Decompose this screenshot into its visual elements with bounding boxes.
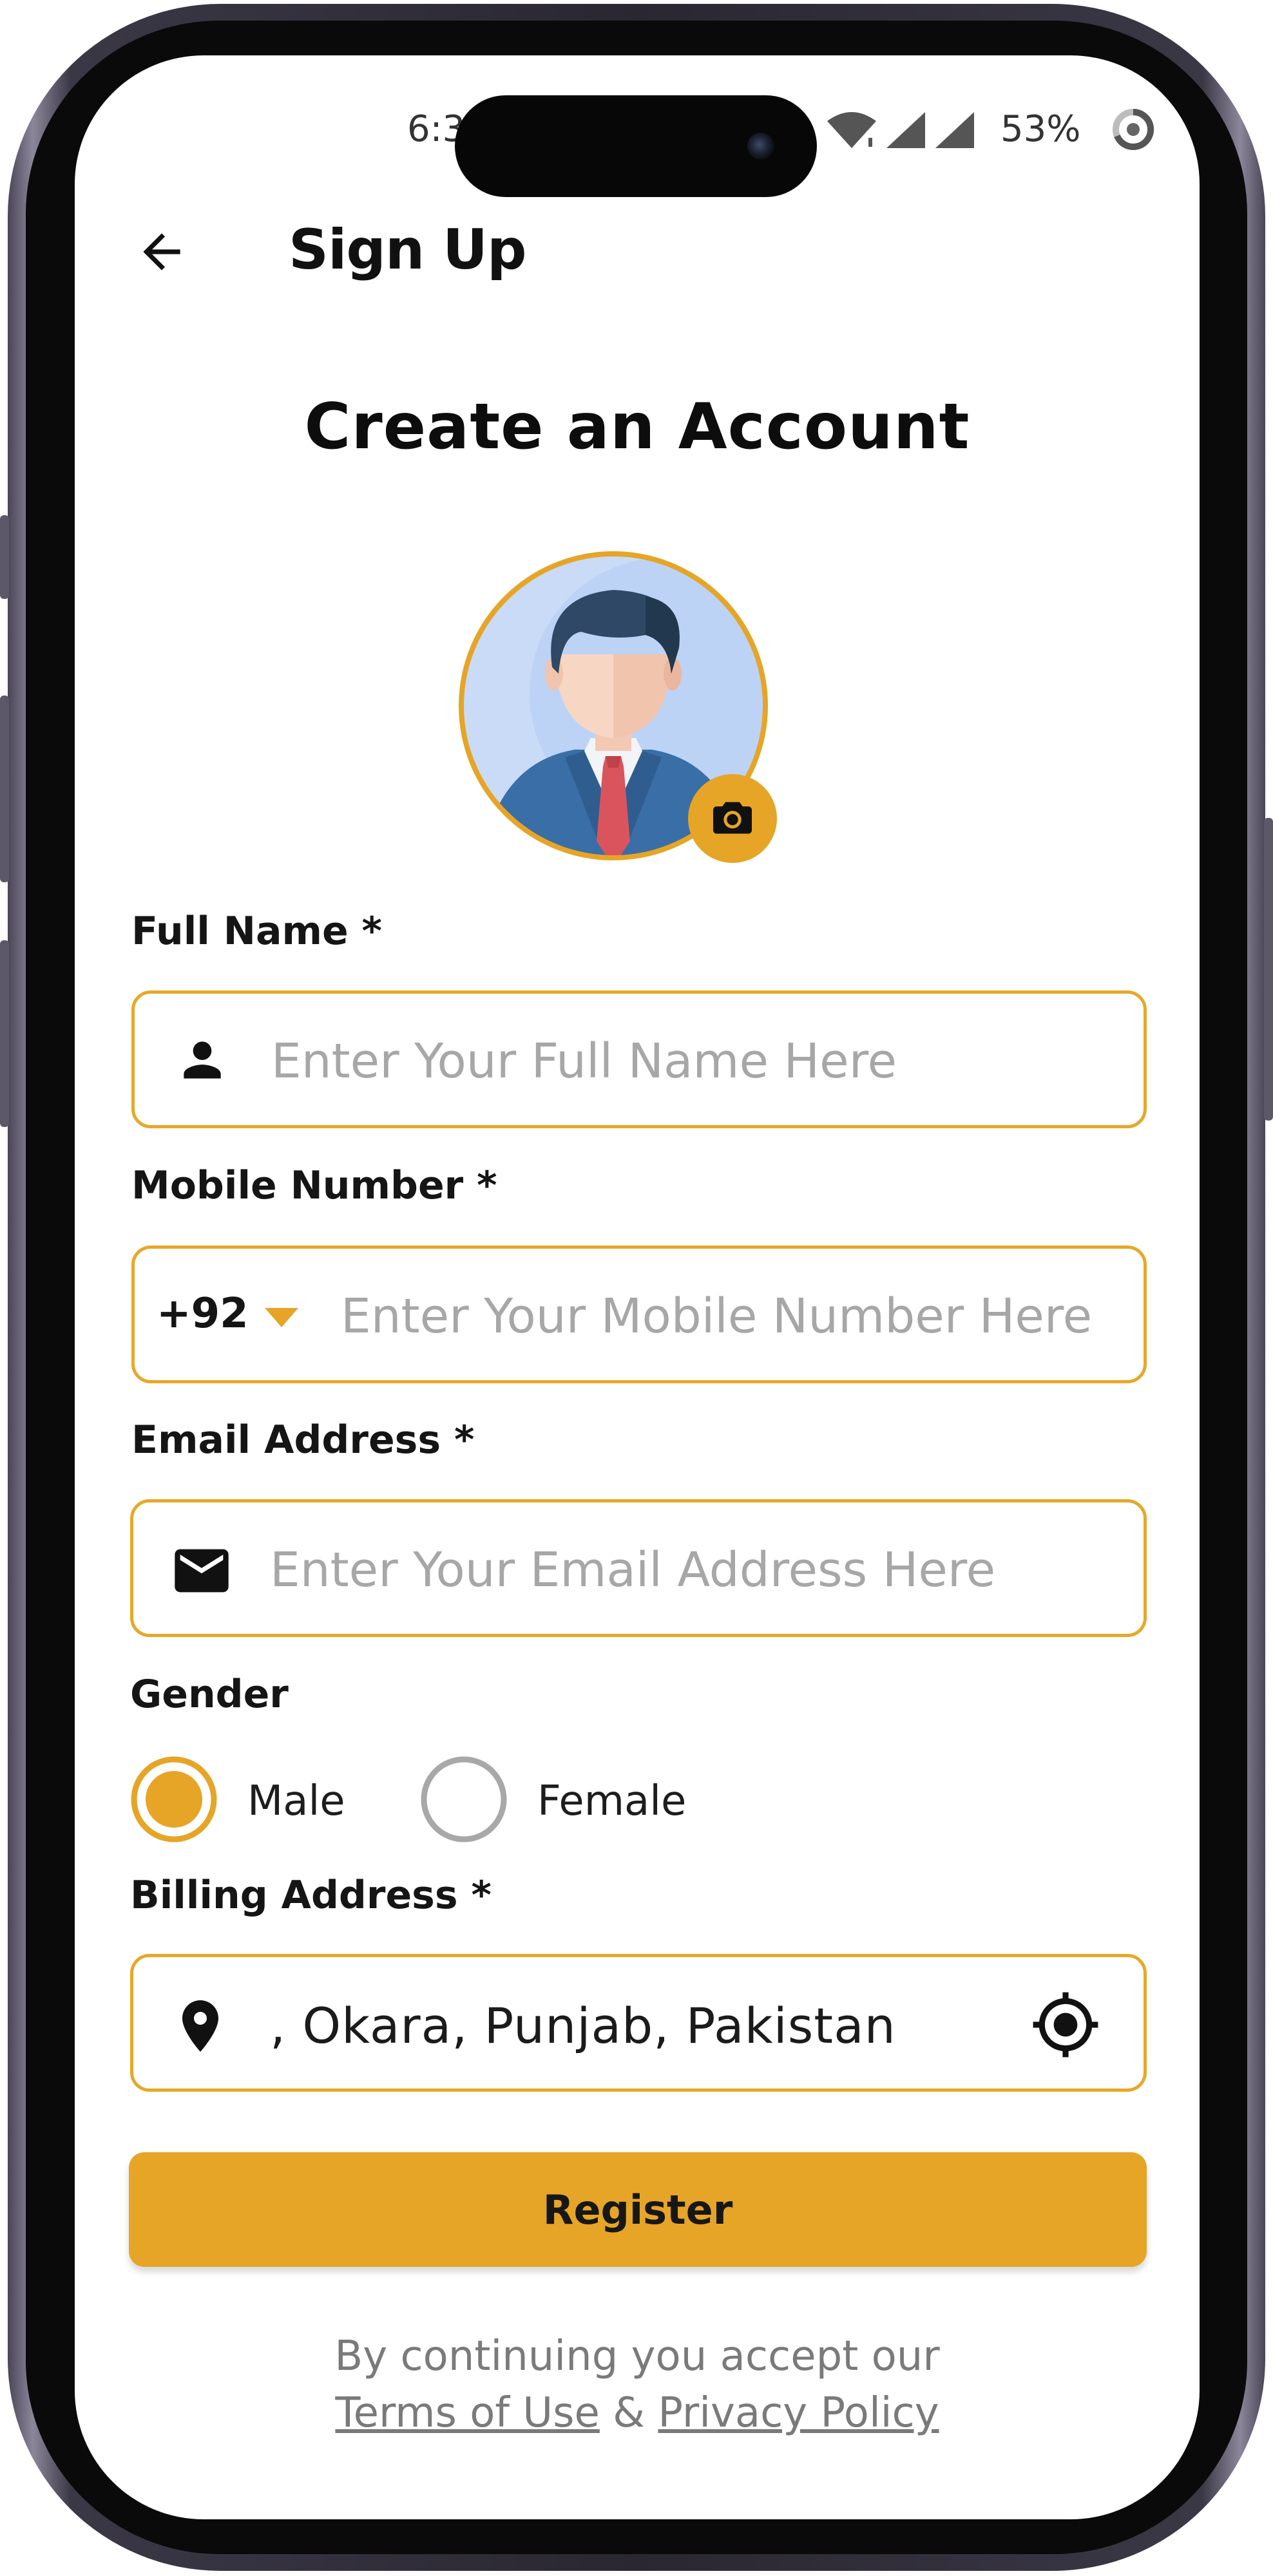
terms-of-use-link[interactable]: Terms of Use	[335, 2389, 599, 2437]
camera-icon	[713, 802, 752, 834]
volume-up-button	[0, 696, 9, 882]
silent-switch	[0, 515, 9, 599]
radio-selected-icon[interactable]	[130, 1756, 218, 1843]
back-arrow-icon[interactable]	[134, 224, 189, 279]
radio-unselected-icon[interactable]	[420, 1756, 508, 1843]
terms-intro-text: By continuing you accept our	[334, 2333, 940, 2380]
gender-option-male[interactable]: Male	[130, 1756, 362, 1846]
signal-icon-2	[935, 112, 974, 148]
battery-percent: 53%	[1000, 108, 1081, 150]
gender-label: Gender	[130, 1672, 289, 1717]
location-pin-icon	[182, 2000, 218, 2052]
gender-option-female[interactable]: Female	[420, 1756, 716, 1846]
full-name-field[interactable]: Enter Your Full Name Here	[131, 990, 1147, 1128]
mail-icon	[175, 1549, 229, 1593]
dropdown-triangle-icon[interactable]	[263, 1307, 300, 1329]
privacy-policy-link[interactable]: Privacy Policy	[658, 2389, 939, 2437]
email-label: Email Address *	[131, 1417, 475, 1463]
front-camera	[747, 133, 774, 160]
full-name-label: Full Name *	[131, 909, 382, 954]
page-title: Sign Up	[289, 218, 527, 282]
main-heading: Create an Account	[304, 390, 970, 464]
mobile-label: Mobile Number *	[131, 1163, 497, 1208]
full-name-input[interactable]: Enter Your Full Name Here	[271, 1034, 897, 1089]
terms-links-line: Terms of Use & Privacy Policy	[75, 2389, 1200, 2437]
email-input[interactable]: Enter Your Email Address Here	[270, 1542, 995, 1598]
billing-address-input[interactable]: , Okara, Punjab, Pakistan	[270, 1997, 896, 2054]
country-code[interactable]: +92	[157, 1290, 249, 1338]
billing-address-label: Billing Address *	[130, 1873, 492, 1918]
mobile-input[interactable]: Enter Your Mobile Number Here	[341, 1289, 1092, 1344]
signal-icon	[886, 112, 925, 148]
billing-address-field[interactable]: , Okara, Punjab, Pakistan	[130, 1954, 1147, 2092]
battery-ring-icon	[1113, 108, 1154, 150]
gender-male-label: Male	[247, 1777, 345, 1825]
change-photo-button[interactable]	[688, 774, 777, 863]
ampersand: &	[613, 2389, 646, 2437]
person-icon	[184, 1041, 221, 1079]
screen: 6:3 53% Sign Up Create an Account Full N…	[75, 55, 1200, 2519]
register-button[interactable]: Register	[129, 2152, 1147, 2267]
power-button	[1264, 818, 1273, 1121]
gender-female-label: Female	[537, 1777, 687, 1825]
gps-target-icon[interactable]	[1030, 1989, 1101, 2060]
email-field[interactable]: Enter Your Email Address Here	[130, 1499, 1147, 1637]
mobile-field[interactable]: +92 Enter Your Mobile Number Here	[131, 1245, 1147, 1383]
wifi-icon	[827, 112, 876, 148]
volume-down-button	[0, 940, 9, 1127]
